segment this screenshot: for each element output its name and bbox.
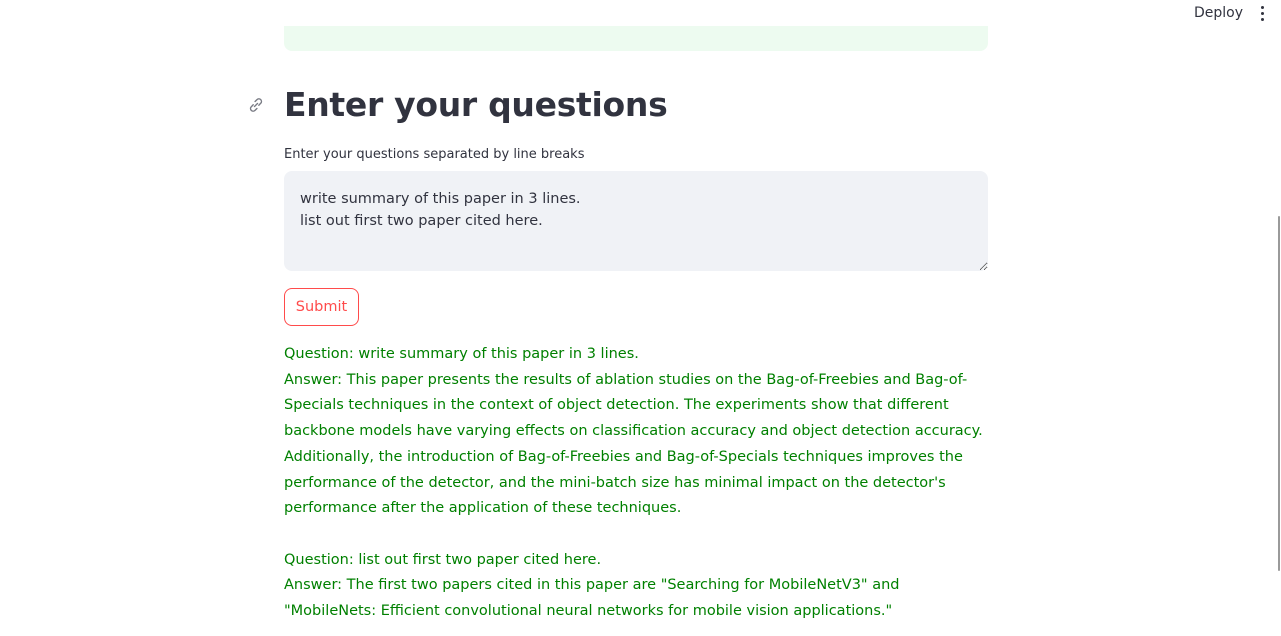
app-page: Deploy Enter your questions Enter your q… [0,0,1281,636]
question-text: Question: list out first two paper cited… [284,551,602,568]
qa-item: Question: list out first two paper cited… [284,548,994,625]
results-output: Question: write summary of this paper in… [284,342,994,636]
top-header: Deploy [0,0,1281,26]
qa-item: Question: write summary of this paper in… [284,342,994,522]
question-text: Question: write summary of this paper in… [284,346,639,362]
success-message-box [284,26,988,51]
answer-text: Answer: The first two papers cited in th… [284,577,900,620]
questions-input-label: Enter your questions separated by line b… [284,147,585,162]
questions-textarea[interactable] [284,171,988,271]
answer-text: Answer: This paper presents the results … [284,371,983,517]
scrollbar-thumb[interactable] [1278,216,1280,571]
page-title: Enter your questions [284,85,668,124]
deploy-button[interactable]: Deploy [1186,4,1251,22]
kebab-menu-icon[interactable] [1254,4,1270,22]
link-icon[interactable] [246,95,266,115]
submit-button[interactable]: Submit [284,288,359,326]
